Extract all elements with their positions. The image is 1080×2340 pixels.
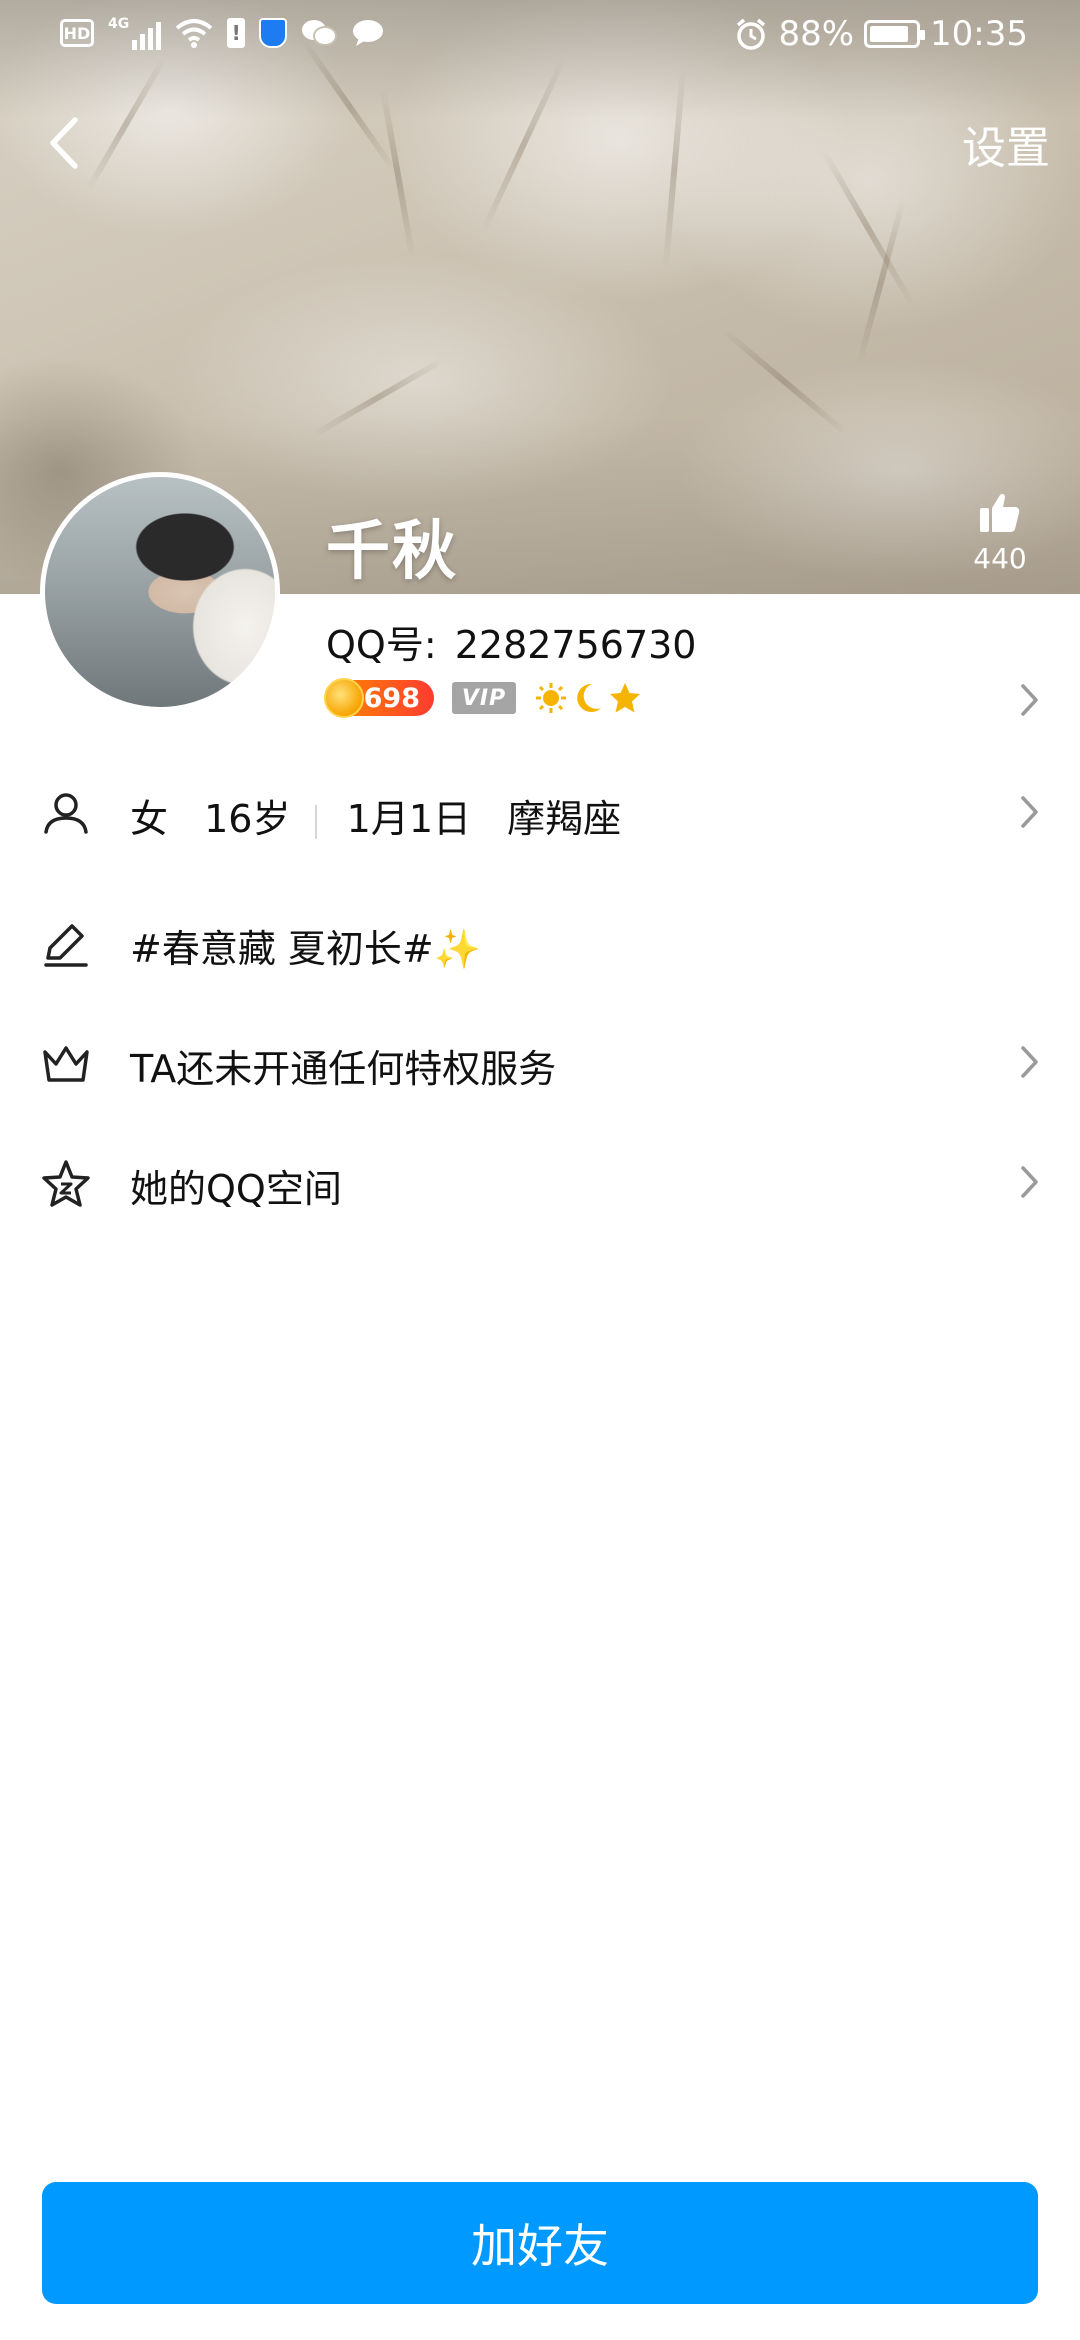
chevron-right-icon bbox=[1021, 684, 1038, 716]
sun-icon bbox=[536, 683, 566, 713]
back-button[interactable] bbox=[34, 108, 94, 178]
avatar[interactable] bbox=[40, 472, 280, 712]
thumbs-up-icon bbox=[980, 493, 1020, 532]
qzone-star-icon bbox=[42, 1160, 90, 1207]
add-friend-button[interactable]: 加好友 bbox=[42, 2182, 1038, 2304]
settings-button[interactable]: 设置 bbox=[962, 112, 1050, 176]
chevron-right-icon bbox=[1021, 1166, 1038, 1198]
chevron-left-icon bbox=[50, 117, 78, 169]
age: 16岁 bbox=[204, 797, 291, 841]
like-button[interactable]: 440 bbox=[960, 492, 1040, 575]
level-icons bbox=[534, 681, 642, 715]
divider bbox=[314, 804, 317, 839]
person-icon bbox=[44, 793, 88, 834]
vip-badge: VIP bbox=[452, 682, 516, 714]
moon-icon bbox=[577, 683, 601, 712]
signature-row[interactable]: #春意藏 夏初长#✨ bbox=[0, 882, 1080, 1002]
star-icon bbox=[610, 683, 640, 713]
battery-alert-icon: ! bbox=[227, 18, 246, 48]
crown-icon bbox=[43, 1046, 89, 1082]
like-count: 440 bbox=[973, 542, 1027, 575]
chevron-right-icon bbox=[1021, 796, 1038, 828]
status-bar: HD 4G ! 88% 10:35 bbox=[0, 0, 1080, 78]
wechat-icon bbox=[302, 20, 338, 46]
privilege-text: TA还未开通任何特权服务 bbox=[130, 1047, 557, 1091]
alarm-icon bbox=[737, 18, 766, 50]
badge-row[interactable]: 698 VIP bbox=[324, 678, 642, 718]
signature-text: #春意藏 夏初长#✨ bbox=[130, 927, 482, 971]
privilege-row[interactable]: TA还未开通任何特权服务 bbox=[0, 1002, 1080, 1122]
battery-percent: 88% bbox=[778, 14, 855, 54]
profile-nickname: 千秋 bbox=[326, 515, 458, 589]
shield-icon bbox=[259, 18, 288, 48]
chevron-right-icon bbox=[1021, 1046, 1038, 1078]
battery-icon bbox=[864, 20, 926, 48]
qzone-text: 她的QQ空间 bbox=[130, 1167, 342, 1211]
gender: 女 bbox=[130, 797, 169, 841]
level-badge: 698 bbox=[324, 678, 434, 718]
pencil-icon bbox=[44, 924, 88, 967]
zodiac: 摩羯座 bbox=[507, 797, 622, 841]
coin-icon bbox=[324, 678, 364, 718]
clock-time: 10:35 bbox=[930, 14, 1028, 54]
qq-number-label: QQ号: bbox=[326, 623, 437, 667]
qzone-row[interactable]: 她的QQ空间 bbox=[0, 1122, 1080, 1242]
qq-number-value: 2282756730 bbox=[454, 623, 697, 667]
qq-number[interactable]: QQ号: 2282756730 bbox=[326, 614, 697, 669]
message-icon bbox=[353, 20, 384, 46]
birthday: 1月1日 bbox=[346, 797, 472, 841]
hd-icon: HD bbox=[60, 19, 94, 47]
level-value: 698 bbox=[363, 682, 420, 714]
basic-info-row[interactable]: 女 16岁 1月1日 摩羯座 bbox=[0, 752, 1080, 872]
wifi-icon bbox=[175, 19, 213, 48]
signal-icon: 4G bbox=[108, 16, 162, 50]
